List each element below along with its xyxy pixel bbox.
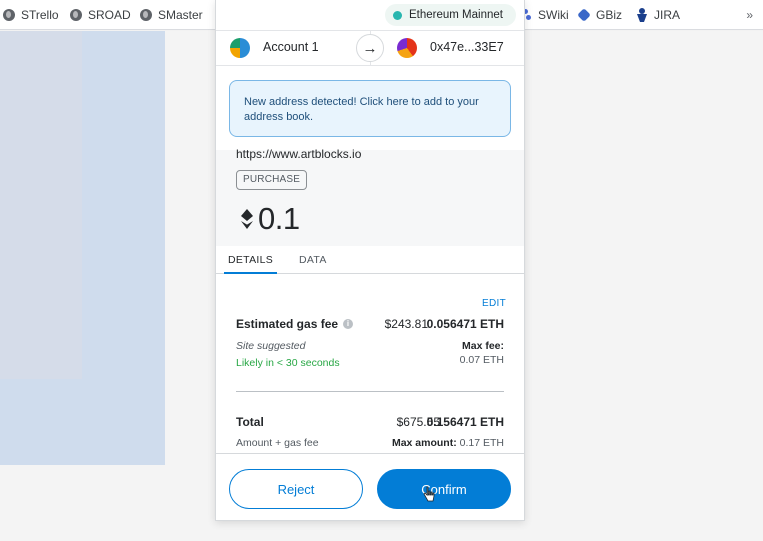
reject-button[interactable]: Reject [229,469,363,509]
globe-icon [3,9,15,21]
bookmark-label: SWiki [538,8,569,22]
max-fee-label: Max fee: [461,340,504,352]
total-label: Total [236,415,264,429]
globe-icon [140,9,152,21]
tab-details[interactable]: DETAILS [224,246,277,274]
amount-value: 0.1 [258,201,300,236]
max-amount-label: Max amount: [391,437,457,449]
max-amount-value: 0.17 ETH [459,437,504,449]
transaction-summary: https://www.artblocks.io PURCHASE 0.1 [216,147,524,246]
bookmark-strello[interactable]: STrello [3,0,59,30]
background-panel-inner [0,31,82,379]
bookmark-gbiz[interactable]: GBiz [577,0,623,30]
bookmark-sroad[interactable]: SROAD [70,0,131,30]
arrow-right-icon: → [356,34,384,62]
action-footer: Reject Confirm [216,453,524,520]
network-name: Ethereum Mainnet [409,9,503,21]
gas-fee-label: Estimated gas fee i [236,317,354,331]
max-fee-value: 0.07 ETH [459,354,504,366]
transaction-amount: 0.1 [240,201,300,237]
bookmark-swiki[interactable]: SWiki [520,0,569,30]
tab-bar: DETAILS DATA [216,246,524,274]
bookmarks-overflow-icon[interactable]: » [746,0,753,30]
bookmark-label: SMaster [158,8,203,22]
network-selector[interactable]: Ethereum Mainnet [385,4,516,26]
gas-fee-label-text: Estimated gas fee [236,317,339,331]
bookmark-label: JIRA [654,8,681,22]
edit-gas-link[interactable]: EDIT [482,298,506,309]
info-icon[interactable]: i [343,319,354,329]
gas-fee-fiat: $243.81 [384,317,428,331]
to-address[interactable]: 0x47e...33E7 [430,40,504,54]
amount-plus-gas-label: Amount + gas fee [236,437,319,449]
globe-icon [70,9,82,21]
site-origin: https://www.artblocks.io [236,147,362,161]
from-account-name[interactable]: Account 1 [263,40,319,54]
bookmark-label: STrello [21,8,59,22]
gbiz-icon [577,8,591,22]
to-account-avatar [397,38,417,58]
wallet-popup: Ethereum Mainnet Account 1 → 0x47e...33E… [215,0,525,521]
gas-fee-eth: 0.056471 ETH [426,317,504,331]
transaction-type-badge: PURCHASE [236,170,308,190]
from-account-avatar [230,38,250,58]
jira-icon [636,8,648,22]
likely-time-label: Likely in < 30 seconds [236,357,340,369]
site-suggested-label: Site suggested [236,340,306,352]
bookmark-smaster[interactable]: SMaster [140,0,203,30]
details-divider [236,391,504,392]
account-row: Account 1 → 0x47e...33E7 [216,30,524,66]
bookmark-label: SROAD [88,8,131,22]
tab-data[interactable]: DATA [299,246,327,274]
hand-cursor-icon [423,486,435,502]
new-address-notice[interactable]: New address detected! Click here to add … [229,80,511,137]
ethereum-icon [240,209,254,229]
max-amount: Max amount: 0.17 ETH [392,437,504,449]
bookmark-label: GBiz [596,8,623,22]
network-status-icon [393,10,402,20]
bookmark-jira[interactable]: JIRA [636,0,680,30]
confirm-button[interactable]: Confirm [377,469,511,509]
total-eth: 0.156471 ETH [426,415,504,429]
